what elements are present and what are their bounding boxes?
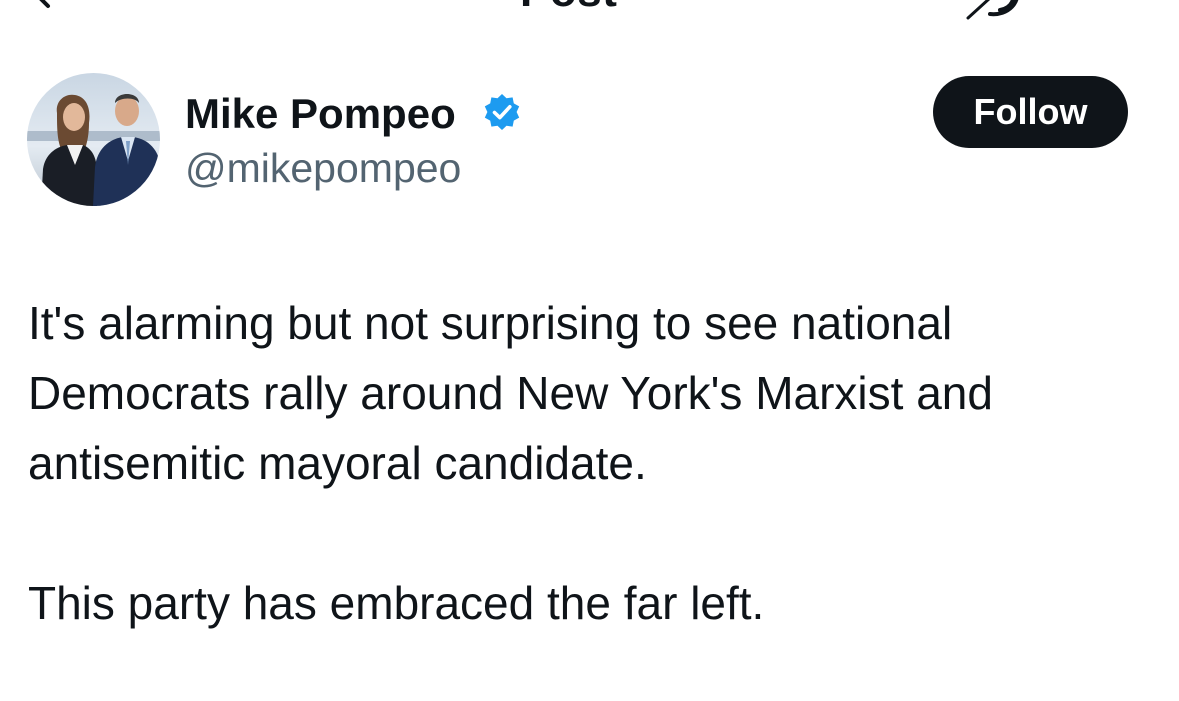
author-handle[interactable]: @mikepompeo xyxy=(185,144,461,192)
post-text: It's alarming but not surprising to see … xyxy=(28,288,1158,638)
avatar[interactable] xyxy=(27,73,160,206)
arrow-left-icon[interactable] xyxy=(30,0,70,14)
top-bar: Post xyxy=(0,0,1179,20)
follow-button[interactable]: Follow xyxy=(933,76,1128,148)
grok-icon[interactable] xyxy=(960,0,1030,20)
verified-badge-icon xyxy=(484,94,520,130)
page-title: Post xyxy=(520,0,617,14)
author-display-name[interactable]: Mike Pompeo xyxy=(185,90,456,138)
post-paragraph: This party has embraced the far left. xyxy=(28,577,765,629)
post-paragraph: It's alarming but not surprising to see … xyxy=(28,297,993,489)
